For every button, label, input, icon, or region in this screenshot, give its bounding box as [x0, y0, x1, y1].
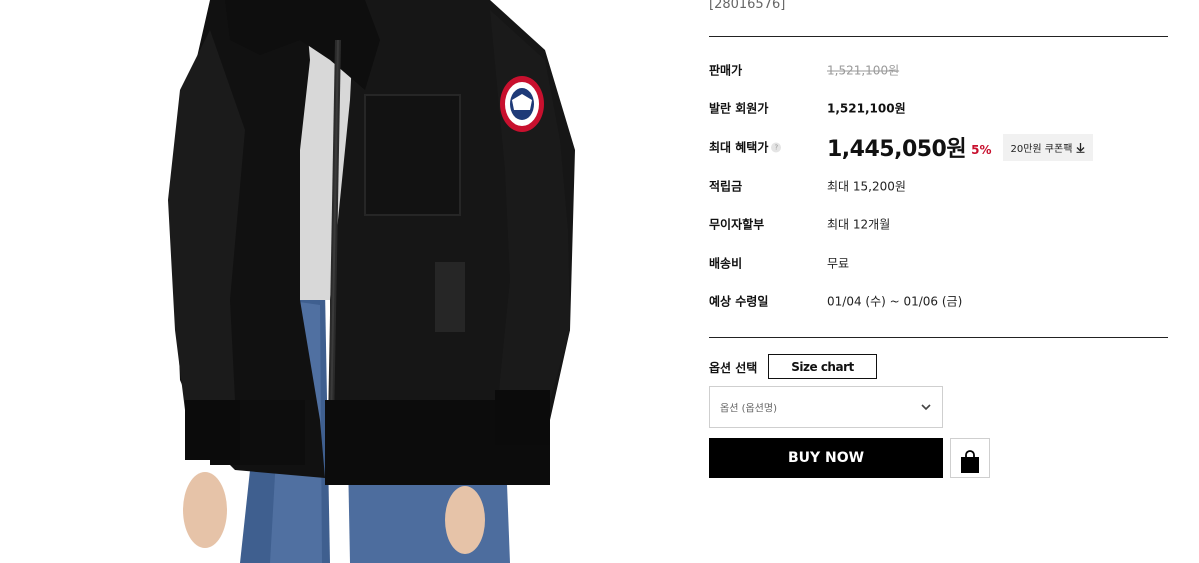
installment-label: 무이자할부 [709, 217, 765, 232]
shipping-row: 배송비 무료 [709, 251, 1168, 275]
product-image [150, 0, 620, 563]
discount-rate: 5% [971, 143, 992, 157]
member-price-label: 발란 회원가 [709, 101, 769, 116]
installment-row: 무이자할부 최대 12개월 [709, 212, 1168, 236]
product-code: [28016576] [709, 0, 786, 12]
delivery-row: 예상 수령일 01/04 (수) ~ 01/06 (금) [709, 289, 1168, 313]
coupon-pack-button[interactable]: 20만원 쿠폰팩 [1003, 133, 1094, 161]
points-label: 적립금 [709, 179, 743, 194]
help-icon[interactable]: ? [771, 142, 782, 152]
sale-price-row: 판매가 1,521,100원 [709, 58, 1168, 82]
sale-price-label: 판매가 [709, 63, 743, 78]
member-price-value: 1,521,100원 [827, 101, 906, 116]
max-benefit-value-wrap: 1,445,050원 5% 20만원 쿠폰팩 [827, 131, 1094, 163]
option-select-dropdown[interactable]: 옵션 (옵션명) [709, 386, 943, 428]
points-value: 최대 15,200원 [827, 179, 906, 194]
installment-value: 최대 12개월 [827, 217, 891, 232]
delivery-label: 예상 수령일 [709, 294, 769, 309]
buy-now-button[interactable]: BUY NOW [709, 438, 943, 478]
shipping-value: 무료 [827, 256, 850, 271]
option-select-label: 옵션 선택 [709, 361, 758, 375]
divider [709, 337, 1168, 338]
points-row: 적립금 최대 15,200원 [709, 174, 1168, 198]
max-benefit-row: 최대 혜택가 ? 1,445,050원 5% 20만원 쿠폰팩 [709, 131, 1168, 163]
add-to-bag-button[interactable] [950, 438, 990, 478]
divider [709, 36, 1168, 37]
shopping-bag-icon [961, 450, 979, 473]
download-arrow-icon [1076, 142, 1085, 153]
coupon-pack-label: 20만원 쿠폰팩 [1010, 143, 1073, 155]
sale-price-value: 1,521,100원 [827, 63, 900, 78]
chevron-down-icon [921, 404, 931, 411]
member-price-row: 발란 회원가 1,521,100원 [709, 96, 1168, 120]
product-info-panel: [28016576] 판매가 1,521,100원 발란 회원가 1,521,1… [709, 0, 1168, 563]
max-benefit-price: 1,445,050원 [827, 137, 967, 162]
option-select-placeholder: 옵션 (옵션명) [720, 403, 777, 415]
size-chart-button[interactable]: Size chart [768, 354, 877, 379]
shipping-label: 배송비 [709, 256, 743, 271]
delivery-value: 01/04 (수) ~ 01/06 (금) [827, 294, 963, 309]
max-benefit-label: 최대 혜택가 [709, 140, 769, 155]
product-detail-page: [28016576] 판매가 1,521,100원 발란 회원가 1,521,1… [0, 0, 1199, 563]
max-benefit-label-wrap: 최대 혜택가 ? [709, 139, 782, 156]
